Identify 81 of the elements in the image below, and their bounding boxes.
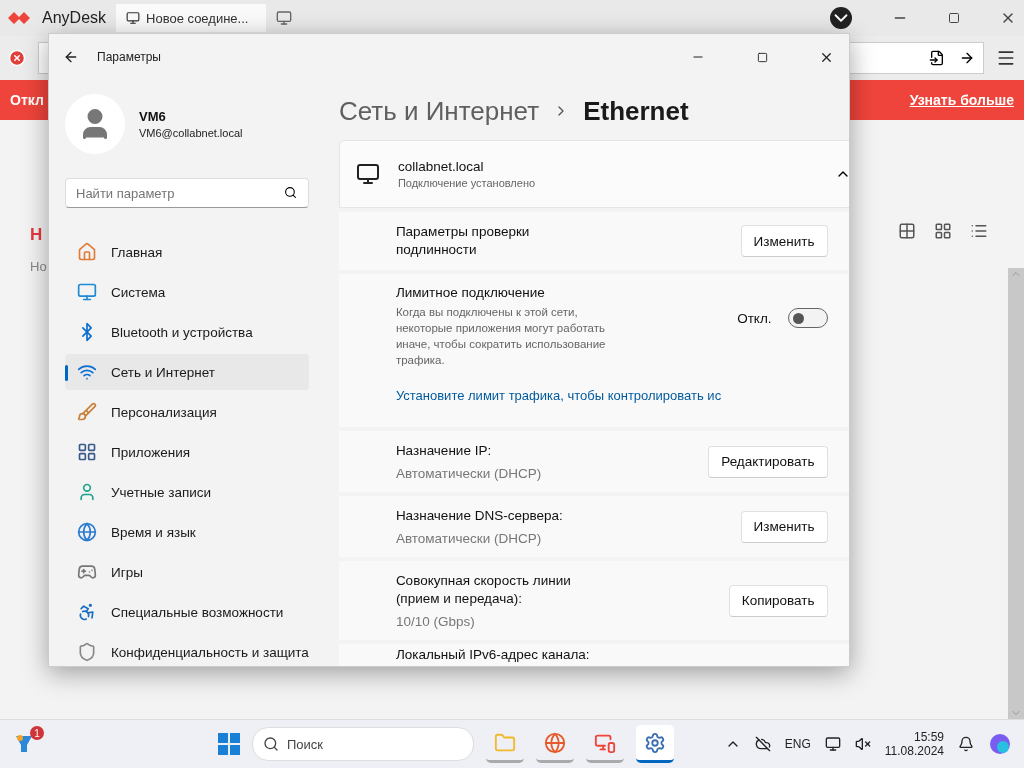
nav-item[interactable]: Учетные записи [65,474,309,510]
nav-item[interactable]: Специальные возможности [65,594,309,630]
banner-text: Откл [10,92,44,108]
accessibility-icon [77,602,97,622]
settings-search-field[interactable]: Найти параметр [65,178,309,208]
nav-item[interactable]: Игры [65,554,309,590]
nav-item[interactable]: Bluetooth и устройства [65,314,309,350]
taskbar-app[interactable] [636,725,674,763]
restore-icon[interactable] [948,12,960,24]
notification-badge: 1 [30,726,44,740]
user-email: VM6@collabnet.local [139,127,243,139]
breadcrumb-parent[interactable]: Сеть и Интернет [338,95,540,127]
toggle-state-label: Откл. [737,310,772,326]
scrollbar[interactable] [1008,268,1024,719]
nav-item[interactable]: Приложения [65,434,309,470]
window-title: Параметры [97,50,161,64]
nav-item[interactable]: Время и язык [65,514,309,550]
network-icon[interactable] [824,736,841,752]
maximize-icon [756,51,768,63]
globe-icon [77,522,97,542]
search-icon [283,186,297,199]
setting-value: Автоматически (DHCP) [395,466,543,481]
bell-icon[interactable] [958,736,974,752]
nav-item[interactable]: Система [65,274,309,310]
error-icon [8,49,26,67]
taskbar-search[interactable]: Поиск [252,727,474,761]
globe-icon [544,731,566,754]
setting-value: 10/10 (Gbps) [395,614,476,629]
app-name: AnyDesk [42,9,107,27]
volume-mute-icon[interactable] [854,736,871,752]
metered-toggle[interactable] [787,308,828,328]
person-icon [77,482,97,502]
connection-header[interactable]: collabnet.local Подключение установлено [338,140,849,208]
shield-icon [77,642,97,662]
house-icon [77,242,97,262]
setting-value: Автоматически (DHCP) [395,531,543,546]
anydesk-logo-icon [8,10,32,26]
app-grid-icon [77,442,97,462]
language-indicator[interactable]: ENG [784,737,811,751]
gamepad-icon [77,562,97,582]
file-import-icon[interactable] [929,50,945,66]
setting-button[interactable]: Копировать [728,584,828,617]
nav-item[interactable]: Персонализация [65,394,309,430]
learn-more-link[interactable]: Узнать больше [909,92,1014,108]
menu-icon[interactable] [996,48,1016,68]
download-icon[interactable] [830,7,852,29]
session-tab[interactable]: Новое соедине... [116,4,267,32]
page-title: Ethernet [583,95,689,127]
data-limit-link[interactable]: Установите лимит трафика, чтобы контролировать ис [395,388,722,403]
user-name: VM6 [139,109,167,124]
setting-button[interactable]: Редактировать [708,445,828,478]
monitor-icon [355,162,380,186]
start-icon[interactable] [218,733,240,755]
nav-item[interactable]: Конфиденциальность и защита [65,634,309,666]
copilot-icon[interactable] [988,732,1012,756]
nav-item[interactable]: Главная [65,234,309,270]
nav-item[interactable]: Сеть и Интернет [65,354,309,390]
monitor-icon [77,282,97,302]
setting-label: Совокупная скорость линии (прием и передача): [395,572,572,608]
setting-label: Лимитное подключение [395,284,546,302]
back-icon[interactable] [63,49,79,65]
clock[interactable]: 15:59 11.08.2024 [884,730,944,758]
brush-icon [77,402,97,422]
setting-button[interactable]: Изменить [740,225,828,257]
list-view-icon[interactable] [970,222,988,240]
setting-description: Когда вы подключены к этой сети, некоторые приложения могут работать иначе, чтобы сократить использование трафика. [395,305,607,368]
small-grid-view-icon[interactable] [934,222,952,240]
setting-label: Локальный IPv6-адрес канала: [395,646,590,664]
new-session-icon[interactable] [276,10,293,26]
cloud-off-icon[interactable] [754,736,771,752]
setting-label: Назначение IP: [395,442,493,460]
gear-icon [644,731,666,754]
setting-button[interactable]: Изменить [740,510,828,543]
wifi-icon [77,362,97,382]
setting-label: Назначение DNS-сервера: [395,507,564,525]
section-heading: Н [30,225,43,245]
search-icon [263,736,279,752]
folder-icon [494,731,516,754]
monitor-icon [126,11,141,25]
grid-view-icon[interactable] [898,222,916,240]
setting-label: Параметры проверки подлинности [395,223,531,259]
